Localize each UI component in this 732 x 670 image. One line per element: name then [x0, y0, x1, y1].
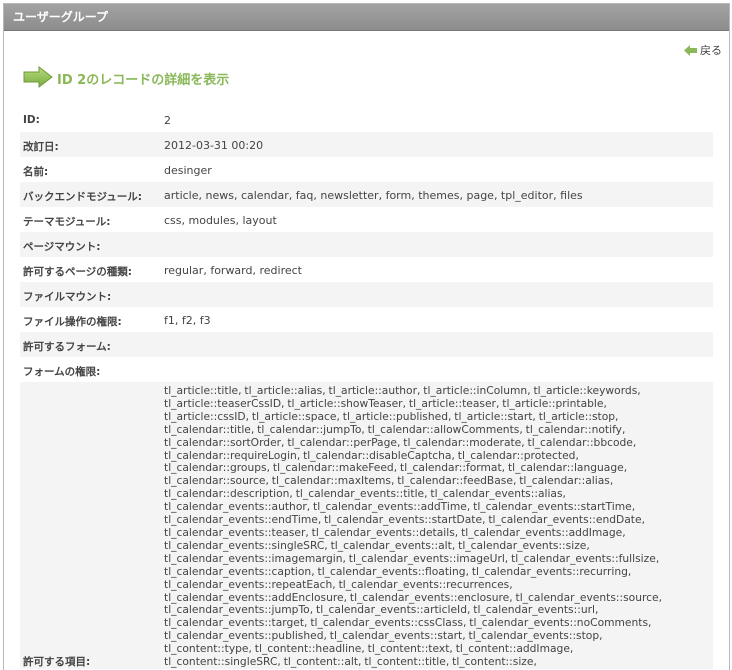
field-value: desinger: [164, 164, 212, 177]
field-label: 許可する項目:: [23, 655, 91, 668]
field-value: [155, 332, 713, 357]
detail-row: 許可するページの種類: regular, forward, redirect: [20, 257, 713, 282]
panel-title: ユーザーグループ: [4, 4, 729, 31]
detail-row: ID: 2: [20, 107, 713, 132]
field-value-line: tl_calendar_events::imagemargin, tl_cale…: [164, 551, 660, 565]
detail-row: ファイル操作の権限: f1, f2, f3: [20, 307, 713, 332]
detail-row: 許可する項目: tl_article::title, tl_article::al…: [20, 382, 713, 669]
back-arrow-icon: [684, 45, 697, 56]
page-title: ID 2のレコードの詳細を表示: [57, 73, 230, 88]
field-value: 2012-03-31 00:20: [164, 139, 264, 152]
field-value: 2: [164, 114, 171, 127]
detail-row: フォームの権限:: [20, 357, 713, 382]
field-label: ID:: [23, 114, 40, 126]
field-value-line: tl_calendar::title, tl_calendar::jumpTo,…: [164, 422, 626, 436]
detail-row: ページマウント:: [20, 232, 713, 257]
field-value: [155, 357, 713, 382]
field-label: ページマウント:: [23, 241, 101, 253]
field-value-line: tl_article::teaserCssID, tl_article::sho…: [164, 396, 607, 410]
detail-row: ファイルマウント:: [20, 282, 713, 307]
back-link[interactable]: 戻る: [700, 44, 722, 57]
field-value: f1, f2, f3: [164, 314, 211, 327]
field-value-line: tl_calendar_events::singleSRC, tl_calend…: [164, 538, 590, 552]
field-value: article, news, calendar, faq, newsletter…: [164, 189, 583, 202]
field-label: 許可するページの種類:: [23, 266, 132, 278]
field-value: css, modules, layout: [164, 214, 277, 227]
field-label: フォームの権限:: [23, 366, 101, 378]
usergroup-panel: ユーザーグループ 戻る ID 2のレコードの詳細を表示 ID: 2 改訂日: 2012…: [3, 3, 730, 670]
field-value: regular, forward, redirect: [164, 264, 302, 277]
detail-row: 改訂日: 2012-03-31 00:20: [20, 132, 713, 157]
detail-row: バックエンドモジュール: article, news, calendar, faq…: [20, 182, 713, 207]
field-value-line: tl_article::title, tl_article::alias, tl…: [164, 384, 641, 397]
field-value: [155, 282, 713, 307]
arrow-right-icon: [23, 66, 53, 88]
detail-row: 名前: desinger: [20, 157, 713, 182]
field-label: 名前:: [23, 166, 49, 178]
field-label: 改訂日:: [23, 141, 59, 153]
field-value-line: tl_calendar::sortOrder, tl_calendar::per…: [164, 435, 637, 449]
field-value-line: tl_content::singleSRC, tl_content::alt, …: [164, 655, 537, 669]
field-value-line: tl_article::cssID, tl_article::space, tl…: [164, 409, 619, 423]
field-value: [155, 232, 713, 257]
field-label: ファイルマウント:: [23, 291, 112, 303]
field-value: tl_article::title, tl_article::alias, tl…: [155, 382, 713, 669]
detail-row: テーマモジュール: css, modules, layout: [20, 207, 713, 232]
field-label: 許可するフォーム:: [23, 341, 111, 353]
back-control[interactable]: 戻る: [684, 42, 722, 58]
details-table: ID: 2 改訂日: 2012-03-31 00:20 名前: desinger バックエン…: [20, 107, 713, 669]
field-label: テーマモジュール:: [23, 216, 111, 228]
field-label: ファイル操作の権限:: [23, 316, 122, 328]
field-value-line: tl_calendar_events::repeatEach, tl_calen…: [164, 577, 513, 591]
field-value-line: tl_calendar_events::teaser, tl_calendar_…: [164, 525, 626, 539]
detail-row: 許可するフォーム:: [20, 332, 713, 357]
field-value-line: tl_calendar_events::caption, tl_calendar…: [164, 564, 632, 578]
field-label: バックエンドモジュール:: [23, 191, 142, 203]
